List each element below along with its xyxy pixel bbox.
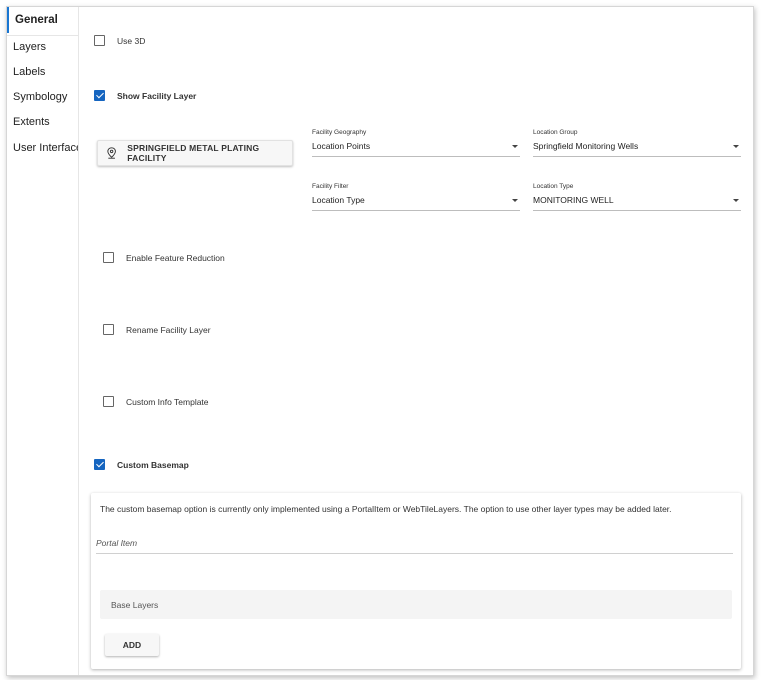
select-underline [533,156,741,157]
facility-filter-select[interactable]: Facility Filter Location Type [312,183,520,211]
select-underline [312,210,520,211]
custom-basemap-label: Custom Basemap [117,459,189,470]
settings-window: General Layers Labels Symbology Extents … [6,6,754,676]
enable-feature-reduction-label: Enable Feature Reduction [126,252,225,263]
enable-feature-reduction-checkbox[interactable] [103,252,114,263]
rename-facility-layer-checkbox[interactable] [103,324,114,335]
general-settings-panel: Use 3D Show Facility Layer SPRINGFIELD M… [78,7,753,675]
custom-basemap-row: Custom Basemap [94,459,189,470]
base-layers-label: Base Layers [111,600,159,610]
facility-select-button[interactable]: SPRINGFIELD METAL PLATING FACILITY [97,140,293,166]
select-underline [533,210,741,211]
show-facility-layer-checkbox[interactable] [94,90,105,101]
portal-item-underline [96,553,733,554]
location-group-value: Springfield Monitoring Wells [533,141,639,151]
add-base-layer-button[interactable]: ADD [105,634,159,656]
facility-geography-value: Location Points [312,141,371,151]
sidebar-item-general[interactable]: General [7,7,79,33]
chevron-down-icon [512,199,518,202]
use-3d-row: Use 3D [94,35,145,46]
facility-geography-label: Facility Geography [312,129,367,136]
facility-geography-select[interactable]: Facility Geography Location Points [312,129,520,157]
custom-basemap-panel: The custom basemap option is currently o… [91,493,741,669]
show-facility-layer-label: Show Facility Layer [117,90,197,101]
show-facility-layer-row: Show Facility Layer [94,90,196,101]
sidebar: General Layers Labels Symbology Extents … [7,7,82,675]
rename-facility-layer-label: Rename Facility Layer [126,324,211,335]
location-group-label: Location Group [533,129,578,136]
select-underline [312,156,520,157]
use-3d-label: Use 3D [117,35,146,46]
chevron-down-icon [733,199,739,202]
facility-filter-label: Facility Filter [312,183,349,190]
basemap-description: The custom basemap option is currently o… [100,504,672,514]
rename-facility-layer-row: Rename Facility Layer [103,324,211,335]
base-layers-section: Base Layers [100,590,732,619]
use-3d-checkbox[interactable] [94,35,105,46]
custom-info-template-row: Custom Info Template [103,396,209,407]
facility-filter-value: Location Type [312,195,365,205]
location-type-label: Location Type [533,183,574,190]
facility-button-label: SPRINGFIELD METAL PLATING FACILITY [127,143,260,163]
location-type-value: MONITORING WELL [533,195,614,205]
location-type-select[interactable]: Location Type MONITORING WELL [533,183,741,211]
location-group-select[interactable]: Location Group Springfield Monitoring We… [533,129,741,157]
portal-item-input[interactable]: Portal Item [96,538,137,548]
custom-info-template-checkbox[interactable] [103,396,114,407]
map-pin-icon [107,147,116,159]
enable-feature-reduction-row: Enable Feature Reduction [103,252,225,263]
custom-info-template-label: Custom Info Template [126,396,209,407]
custom-basemap-checkbox[interactable] [94,459,105,470]
chevron-down-icon [512,145,518,148]
chevron-down-icon [733,145,739,148]
